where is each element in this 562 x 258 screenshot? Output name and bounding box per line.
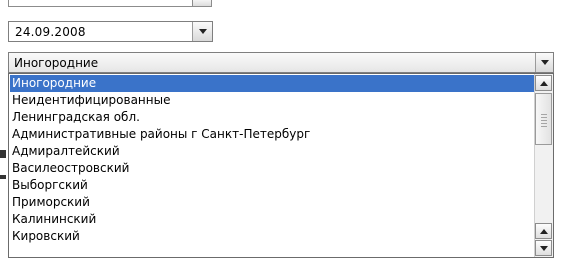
chevron-down-icon — [198, 29, 207, 34]
arrow-up-icon — [539, 80, 548, 86]
date-value: 24.09.2008 — [15, 25, 86, 39]
list-item[interactable]: Ленинградская обл. — [10, 109, 534, 126]
arrow-down-icon — [539, 245, 548, 251]
scroll-down-button[interactable] — [535, 240, 552, 256]
date-dropdown-button[interactable] — [192, 22, 212, 41]
list-item[interactable]: Выборгский — [10, 177, 534, 194]
grip-icon — [541, 114, 547, 129]
list-item[interactable]: Калининский — [10, 211, 534, 228]
list-item[interactable]: Адмиралтейский — [10, 143, 534, 160]
chevron-down-icon — [540, 60, 549, 65]
arrow-up-icon — [539, 228, 548, 234]
list-item[interactable]: Василеостровский — [10, 160, 534, 177]
partial-top-combo[interactable] — [8, 0, 212, 7]
list-item[interactable]: Иногородние — [10, 75, 534, 92]
background-edge — [0, 150, 6, 158]
region-selected-value: Иногородние — [14, 56, 99, 70]
region-dropdown-list[interactable]: Иногородние Неидентифицированные Ленинград… — [8, 73, 554, 258]
partial-top-combo-button[interactable] — [192, 0, 211, 6]
list-item[interactable]: Приморский — [10, 194, 534, 211]
scroll-up-button-lower[interactable] — [535, 223, 552, 239]
region-options: Иногородние Неидентифицированные Ленинград… — [10, 75, 534, 245]
background-edge — [0, 175, 6, 179]
date-field[interactable]: 24.09.2008 — [8, 21, 213, 42]
region-select[interactable]: Иногородние — [8, 52, 554, 73]
list-item[interactable]: Неидентифицированные — [10, 92, 534, 109]
region-dropdown-button[interactable] — [535, 53, 553, 72]
scroll-up-button[interactable] — [535, 75, 552, 91]
list-item[interactable]: Административные районы г Санкт-Петербур… — [10, 126, 534, 143]
vertical-scrollbar[interactable] — [534, 74, 553, 257]
scroll-thumb[interactable] — [535, 93, 552, 145]
list-item[interactable]: Кировский — [10, 228, 534, 245]
